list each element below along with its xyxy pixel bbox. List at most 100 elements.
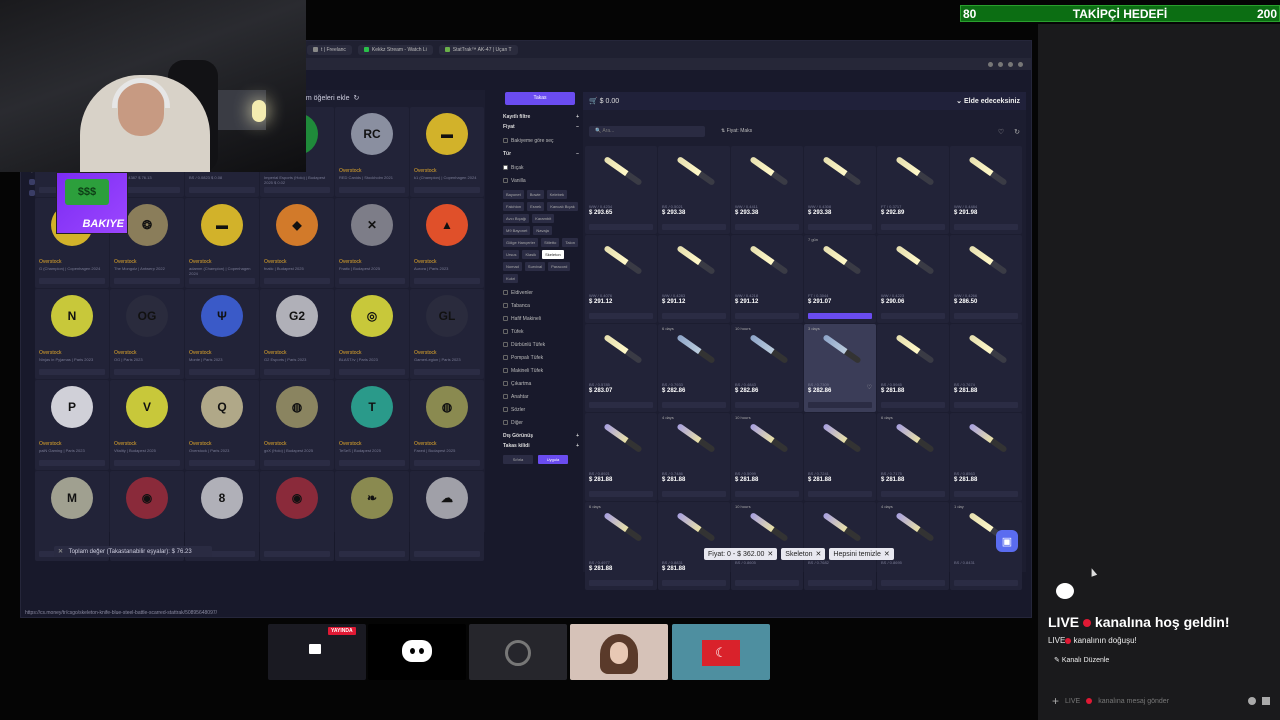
- profile-icon[interactable]: [1018, 61, 1023, 67]
- inventory-item[interactable]: ▬ Overstock k1 (Champion) | Copenhagen 202…: [410, 107, 484, 197]
- add-to-cart-button[interactable]: [189, 187, 255, 193]
- knife-listing[interactable]: WW / 0.4411 $ 293.38: [731, 146, 803, 234]
- category-knife[interactable]: Bıçak: [503, 161, 579, 174]
- knife-chip[interactable]: Falchion: [503, 202, 525, 211]
- knife-chip[interactable]: Bayonet: [503, 190, 524, 199]
- add-to-cart-button[interactable]: [339, 278, 405, 284]
- type-checkbox-row[interactable]: Pompalı Tüfek: [503, 351, 579, 364]
- knife-listing[interactable]: 4 days BS / 0.8695: [877, 502, 949, 590]
- add-to-cart-button[interactable]: [414, 187, 480, 193]
- knife-listing[interactable]: WW / 0.4223 $ 290.06: [877, 235, 949, 323]
- knife-chip[interactable]: Navaja: [533, 226, 552, 235]
- browser-tab[interactable]: t | Freelanc: [307, 44, 352, 55]
- browser-tab[interactable]: StatTrak™ AK-47 | Uçan T: [438, 44, 518, 55]
- knife-listing[interactable]: 10 hours BS / 0.8605: [731, 502, 803, 590]
- extension-icon[interactable]: [1008, 61, 1013, 67]
- knife-listing[interactable]: WW / 0.4283 $ 291.12: [658, 235, 730, 323]
- add-to-cart-button[interactable]: [954, 402, 1018, 408]
- add-to-cart-button[interactable]: [264, 460, 330, 466]
- reset-button[interactable]: Sıfırla: [503, 455, 533, 464]
- checkbox-icon[interactable]: [503, 420, 508, 425]
- add-to-cart-button[interactable]: [735, 580, 799, 586]
- filter-pill[interactable]: Fiyat: 0 - $ 362.00 ✕: [704, 548, 778, 560]
- plus-icon[interactable]: +: [1052, 694, 1059, 708]
- type-checkbox-row[interactable]: Tüfek: [503, 325, 579, 338]
- knife-listing[interactable]: WW / 0.4484 $ 291.98: [950, 146, 1022, 234]
- close-icon[interactable]: ✕: [767, 550, 773, 558]
- knife-listing[interactable]: FT / 0.3717 $ 292.89: [877, 146, 949, 234]
- refresh-icon[interactable]: ↻: [353, 94, 359, 102]
- minus-icon[interactable]: −: [576, 124, 579, 130]
- knife-listing[interactable]: WW / 0.4076 $ 291.12: [585, 235, 657, 323]
- knife-listing[interactable]: BS / 0.5945 $ 281.88: [877, 324, 949, 412]
- knife-listing[interactable]: BS / 0.8563 $ 281.88: [950, 413, 1022, 501]
- add-to-cart-button[interactable]: [39, 460, 105, 466]
- inventory-item[interactable]: Q Overstock Overstock | Paris 2023: [185, 380, 259, 470]
- add-to-cart-button[interactable]: [662, 580, 726, 586]
- add-to-cart-button[interactable]: [339, 369, 405, 375]
- sort-dropdown[interactable]: ⇅ Fiyat: Maks: [721, 128, 752, 134]
- type-checkbox-row[interactable]: Hafif Makineli: [503, 312, 579, 325]
- plus-icon[interactable]: +: [576, 443, 579, 449]
- knife-chip[interactable]: Stiletto: [541, 238, 560, 247]
- inventory-item[interactable]: T Overstock TeSeS | Budapest 2025: [335, 380, 409, 470]
- knife-listing[interactable]: BS / 0.7674 $ 281.88: [950, 324, 1022, 412]
- add-to-cart-button[interactable]: [264, 551, 330, 557]
- knife-listing[interactable]: BS / 0.5785 $ 283.07: [585, 324, 657, 412]
- type-checkbox-row[interactable]: Tabanca: [503, 299, 579, 312]
- knife-listing[interactable]: BS / 0.8921 $ 281.88: [585, 413, 657, 501]
- add-to-cart-button[interactable]: [881, 224, 945, 230]
- type-checkbox-row[interactable]: Makineli Tüfek: [503, 364, 579, 377]
- type-checkbox-row[interactable]: Diğer: [503, 416, 579, 429]
- extension-icon[interactable]: [998, 61, 1003, 67]
- knife-chip[interactable]: Karambit: [532, 214, 555, 223]
- inventory-item[interactable]: ▬ Overstock adamm (Champion) | Copenhagen …: [185, 198, 259, 288]
- support-chat-icon[interactable]: ▣: [996, 530, 1018, 552]
- add-to-cart-button[interactable]: [114, 369, 180, 375]
- add-to-cart-button[interactable]: [339, 460, 405, 466]
- inventory-item[interactable]: ❧: [335, 471, 409, 561]
- knife-chip[interactable]: Paracord: [548, 262, 571, 271]
- type-checkbox-row[interactable]: Çıkartma: [503, 377, 579, 390]
- add-to-cart-button[interactable]: [589, 313, 653, 319]
- plus-icon[interactable]: +: [576, 433, 579, 439]
- knife-listing[interactable]: BS / 0.8831 $ 281.88: [658, 502, 730, 590]
- chat-input[interactable]: + LIVE kanalına mesaj gönder: [1046, 690, 1276, 712]
- knife-chip[interactable]: Avcı Bıçağı: [503, 214, 530, 223]
- add-to-cart-button[interactable]: [735, 491, 799, 497]
- add-to-cart-button[interactable]: [414, 551, 480, 557]
- market-search-input[interactable]: 🔍 Ara...: [589, 126, 705, 137]
- add-to-cart-button[interactable]: [189, 278, 255, 284]
- add-to-cart-button[interactable]: [589, 491, 653, 497]
- add-to-cart-button[interactable]: [339, 187, 405, 193]
- knife-listing[interactable]: BS / 0.7682: [804, 502, 876, 590]
- add-to-cart-button[interactable]: [735, 402, 799, 408]
- checkbox-icon[interactable]: [503, 381, 508, 386]
- add-to-cart-button[interactable]: [735, 224, 799, 230]
- inventory-item[interactable]: V Overstock Vitality | Budapest 2025: [110, 380, 184, 470]
- add-to-cart-button[interactable]: [114, 278, 180, 284]
- type-checkbox-row[interactable]: Anahtar: [503, 390, 579, 403]
- edit-channel-button[interactable]: ✎ Kanalı Düzenle: [1054, 656, 1109, 664]
- emoji-icon[interactable]: [1248, 697, 1256, 705]
- add-to-cart-button[interactable]: [808, 224, 872, 230]
- add-to-cart-button[interactable]: [339, 551, 405, 557]
- knife-chip[interactable]: Bowie: [526, 190, 544, 199]
- add-to-cart-button[interactable]: [662, 402, 726, 408]
- refresh-icon[interactable]: ↻: [1014, 128, 1020, 136]
- add-to-cart-button[interactable]: [662, 224, 726, 230]
- extension-icon[interactable]: [988, 61, 993, 67]
- knife-listing[interactable]: 10 hours BS / 0.4843 $ 282.86: [731, 324, 803, 412]
- add-to-cart-button[interactable]: [954, 580, 1018, 586]
- close-icon[interactable]: ✕: [816, 550, 822, 558]
- checkbox-icon[interactable]: [503, 303, 508, 308]
- add-to-cart-button[interactable]: [881, 402, 945, 408]
- add-to-cart-button[interactable]: [589, 224, 653, 230]
- balance-toggle[interactable]: Bakiyeme göre seç: [503, 134, 579, 147]
- add-to-cart-button[interactable]: [735, 313, 799, 319]
- add-to-cart-button[interactable]: [414, 278, 480, 284]
- knife-listing[interactable]: BS / 0.7241 $ 281.88: [804, 413, 876, 501]
- add-to-cart-button[interactable]: [264, 369, 330, 375]
- close-icon[interactable]: ✕: [884, 550, 890, 558]
- knife-listing[interactable]: WW / 0.4308 $ 293.38: [804, 146, 876, 234]
